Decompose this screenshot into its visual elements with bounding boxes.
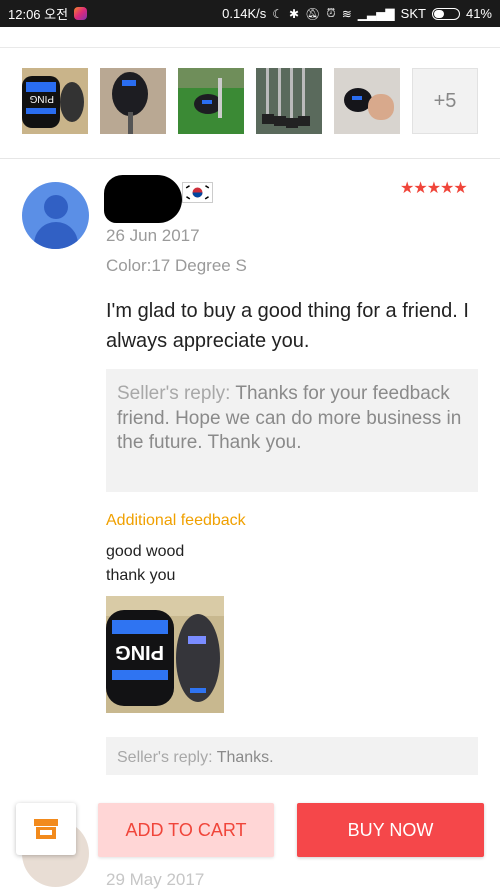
add-to-cart-button[interactable]: ADD TO CART <box>98 803 274 857</box>
additional-feedback-title: Additional feedback <box>106 512 246 529</box>
seller-reply-label: Seller's reply: <box>117 749 213 766</box>
wifi-icon: ≋ <box>341 6 352 21</box>
seller-reply-additional: Seller's reply: Thanks. <box>106 737 478 775</box>
photo-thumbnail[interactable] <box>178 68 244 134</box>
photo-thumbnail-row: PING +5 <box>22 68 478 134</box>
buy-now-button[interactable]: BUY NOW <box>297 803 484 857</box>
divider <box>0 158 500 159</box>
additional-feedback-photo[interactable]: PING <box>106 596 224 713</box>
moon-icon: ☾ <box>272 6 284 21</box>
review-variant: Color:17 Degree S <box>106 256 247 275</box>
status-bar: 12:06 오전 0.14K/s ☾ ✱ 🔕︎ ⏰︎ ≋ ▁▃▅▇ SKT 41… <box>0 0 500 27</box>
store-icon <box>34 819 58 839</box>
reviewer-name-redacted <box>104 175 182 223</box>
additional-feedback-line: good wood <box>106 543 185 560</box>
store-button[interactable] <box>16 803 76 855</box>
battery-icon <box>431 7 460 20</box>
rating-stars: ★★★★★ <box>400 180 468 197</box>
additional-feedback-line: thank you <box>106 567 176 584</box>
seller-reply-label: Seller's reply: <box>117 383 231 404</box>
more-photos-button[interactable]: +5 <box>412 68 478 134</box>
photo-thumbnail[interactable] <box>256 68 322 134</box>
svg-text:PING: PING <box>29 93 54 104</box>
avatar <box>22 182 89 249</box>
previous-review-edge <box>0 27 500 48</box>
instagram-icon <box>74 7 88 20</box>
photo-thumbnail[interactable] <box>334 68 400 134</box>
carrier-label: SKT <box>400 6 426 21</box>
more-photos-label: +5 <box>433 89 457 112</box>
seller-reply: Seller's reply: Thanks for your feedback… <box>106 369 478 492</box>
bottom-action-bar: ADD TO CART BUY NOW <box>0 790 500 870</box>
photo-thumbnail[interactable]: PING <box>22 68 88 134</box>
country-flag-icon <box>182 182 213 203</box>
additional-feedback-text: good wood thank you <box>106 540 184 588</box>
review-date: 26 Jun 2017 <box>106 226 200 245</box>
network-speed: 0.14K/s <box>222 6 267 21</box>
status-time: 12:06 오전 <box>8 7 69 22</box>
signal-icon: ▁▃▅▇ <box>357 6 395 21</box>
mute-icon: 🔕︎ <box>305 6 321 21</box>
next-review-date: 29 May 2017 <box>106 870 205 889</box>
battery-percent: 41% <box>465 6 492 21</box>
photo-thumbnail[interactable] <box>100 68 166 134</box>
svg-text:PING: PING <box>115 641 164 663</box>
review-text: I'm glad to buy a good thing for a frien… <box>106 300 469 352</box>
alarm-icon: ⏰︎ <box>326 6 336 20</box>
bluetooth-icon: ✱ <box>289 6 300 21</box>
seller-reply-text: Thanks. <box>212 749 274 766</box>
